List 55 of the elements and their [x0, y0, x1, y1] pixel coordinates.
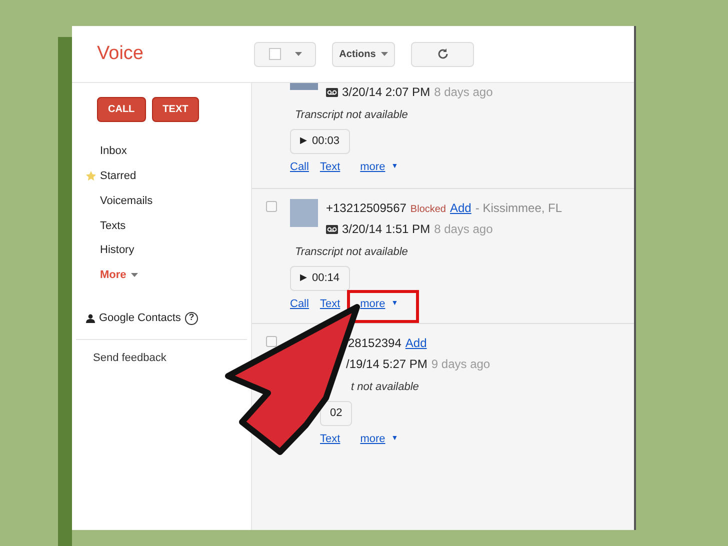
time-ago: 8 days ago	[434, 221, 493, 238]
transcript-text: t not available	[350, 380, 420, 395]
sidebar-action-button[interactable]: TEXT	[152, 97, 200, 122]
actions-dropdown[interactable]: Actions	[332, 42, 395, 66]
caret-icon	[380, 52, 388, 56]
help-icon[interactable]: ?	[184, 312, 198, 325]
location-text: - Kissimmee, FL	[475, 200, 562, 217]
play-button[interactable]: ▶ 00:03	[290, 128, 350, 154]
avatar-placeholder	[290, 83, 318, 90]
time-ago: 8 days ago	[434, 84, 493, 101]
action-link[interactable]: Text	[320, 296, 340, 312]
message-date: /19/14 5:27 PM	[346, 356, 428, 373]
voicemail-icon	[326, 88, 338, 96]
google-contacts-link[interactable]: Google Contacts	[99, 310, 181, 326]
nav-link[interactable]: Voicemails	[100, 192, 153, 210]
caret-icon	[294, 52, 302, 56]
nav-menu-item[interactable]: More	[100, 267, 138, 284]
highlight-frame	[347, 290, 419, 323]
app-title: Voice	[97, 42, 144, 66]
nav-link[interactable]: History	[100, 242, 134, 259]
send-feedback-link[interactable]: Send feedback	[93, 350, 251, 367]
action-link[interactable]: Call	[290, 296, 309, 312]
action-link[interactable]: Text	[320, 158, 340, 175]
nav-link[interactable]: Texts	[100, 218, 126, 234]
add-contact-link[interactable]: Add	[405, 334, 427, 352]
voicemail-icon	[326, 224, 338, 234]
refresh-icon	[436, 48, 448, 60]
add-contact-link[interactable]: Add	[450, 199, 472, 217]
nav-link[interactable]: Inbox	[100, 143, 127, 160]
nav-link[interactable]: Starred	[100, 168, 136, 184]
play-button[interactable]: 02	[320, 400, 352, 426]
action-link[interactable]: Text	[320, 430, 340, 447]
more-link[interactable]: more	[360, 430, 386, 447]
message-date: 3/20/14 1:51 PM	[342, 221, 430, 238]
checkbox-icon	[268, 48, 280, 60]
play-button[interactable]: ▶ 00:14	[290, 266, 350, 290]
transcript-text: Transcript not available	[295, 245, 409, 260]
time-ago: 9 days ago	[431, 356, 490, 373]
blocked-label: Blocked	[410, 203, 446, 217]
refresh-button[interactable]	[411, 42, 474, 66]
more-link[interactable]: more	[360, 158, 386, 175]
phone-number: 28152394	[348, 335, 402, 352]
star-icon	[86, 171, 96, 182]
more-link[interactable]: more	[360, 296, 386, 312]
person-icon	[86, 314, 95, 323]
caret-icon	[131, 273, 138, 278]
sidebar-action-button[interactable]: CALL	[97, 97, 146, 122]
checkbox[interactable]	[266, 201, 276, 212]
select-dropdown[interactable]	[254, 42, 316, 66]
action-link[interactable]: Call	[290, 158, 309, 175]
avatar-placeholder	[290, 199, 318, 227]
phone-number: +13212509567	[326, 200, 406, 217]
transcript-text: Transcript not available	[295, 108, 409, 123]
checkbox[interactable]	[266, 336, 276, 347]
message-date: 3/20/14 2:07 PM	[342, 84, 430, 101]
